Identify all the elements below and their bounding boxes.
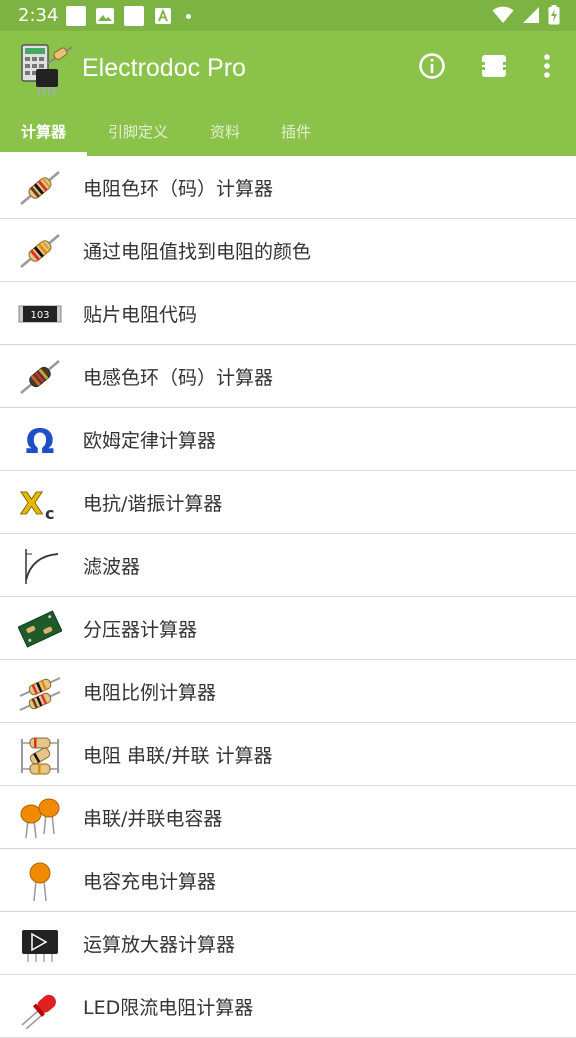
list-item-label: 电感色环（码）计算器 bbox=[83, 367, 274, 389]
list-item-label: LED限流电阻计算器 bbox=[83, 997, 254, 1019]
signal-icon bbox=[523, 7, 539, 23]
svg-text:103: 103 bbox=[30, 310, 49, 321]
led-icon bbox=[21, 994, 56, 1029]
status-bar: 2:34 bbox=[0, 0, 576, 31]
opamp-chip-icon bbox=[22, 930, 58, 962]
list-item[interactable]: 分压器计算器 bbox=[0, 597, 576, 660]
list-item-label: 电阻色环（码）计算器 bbox=[83, 178, 274, 200]
info-icon bbox=[419, 53, 445, 79]
smd-resistor-icon: 103 bbox=[18, 305, 62, 323]
plug-icon bbox=[479, 55, 509, 77]
list-item[interactable]: 103 贴片电阻代码 bbox=[0, 282, 576, 345]
svg-text:c: c bbox=[45, 504, 54, 523]
list-item[interactable]: 电阻 串联/并联 计算器 bbox=[0, 723, 576, 786]
resistor-icon bbox=[20, 171, 60, 205]
list-item-label: 电阻 串联/并联 计算器 bbox=[83, 745, 273, 767]
resistor-pair-icon bbox=[19, 677, 61, 711]
list-item-label: 串联/并联电容器 bbox=[83, 808, 223, 830]
app-logo-icon bbox=[21, 44, 73, 95]
tab-calculators[interactable]: 计算器 bbox=[21, 121, 66, 142]
more-vert-icon bbox=[544, 54, 550, 78]
svg-text:Ω: Ω bbox=[26, 422, 55, 462]
list-item[interactable]: LED限流电阻计算器 bbox=[0, 975, 576, 1038]
tab-resources[interactable]: 资料 bbox=[210, 121, 240, 142]
info-button[interactable] bbox=[417, 51, 447, 81]
capacitor-icon bbox=[29, 862, 51, 902]
resistor-network-icon bbox=[21, 737, 59, 775]
font-a-icon bbox=[155, 8, 171, 24]
list-item-label: 电抗/谐振计算器 bbox=[83, 493, 223, 515]
list-item[interactable]: 串联/并联电容器 bbox=[0, 786, 576, 849]
list-item[interactable]: X c 电抗/谐振计算器 bbox=[0, 471, 576, 534]
status-time: 2:34 bbox=[18, 5, 59, 26]
wifi-icon bbox=[492, 6, 514, 23]
tab-plugins[interactable]: 插件 bbox=[281, 121, 311, 142]
filter-curve-icon bbox=[25, 549, 59, 584]
list-item-label: 运算放大器计算器 bbox=[83, 934, 236, 956]
list-item[interactable]: Ω 欧姆定律计算器 bbox=[0, 408, 576, 471]
battery-charging-icon bbox=[548, 5, 560, 25]
list-item[interactable]: 通过电阻值找到电阻的颜色 bbox=[0, 219, 576, 282]
system-icons bbox=[492, 5, 560, 25]
inductor-icon bbox=[20, 360, 60, 394]
capacitor-pair-icon bbox=[20, 798, 60, 839]
image-icon bbox=[96, 8, 114, 24]
list-item[interactable]: 运算放大器计算器 bbox=[0, 912, 576, 975]
list-item-label: 通过电阻值找到电阻的颜色 bbox=[83, 241, 312, 263]
list-item[interactable]: 电感色环（码）计算器 bbox=[0, 345, 576, 408]
overflow-menu-button[interactable] bbox=[532, 51, 562, 81]
notification-square-icon bbox=[124, 6, 144, 26]
reactance-icon: X c bbox=[20, 487, 55, 523]
notification-square-icon bbox=[66, 6, 86, 26]
notification-icons bbox=[66, 6, 191, 26]
list-item[interactable]: 电阻比例计算器 bbox=[0, 660, 576, 723]
list-item-label: 滤波器 bbox=[83, 556, 141, 578]
tab-bar: 计算器 引脚定义 资料 插件 bbox=[0, 113, 576, 156]
list-item[interactable]: 电容充电计算器 bbox=[0, 849, 576, 912]
list-item[interactable]: 滤波器 bbox=[0, 534, 576, 597]
more-notifications-dot-icon bbox=[186, 13, 191, 19]
list-item-label: 电阻比例计算器 bbox=[83, 682, 217, 704]
calculator-list: 电阻色环（码）计算器 通过电阻值找到电阻的颜色 103 贴片电阻代码 电感色环（… bbox=[0, 156, 576, 1038]
tab-pinouts[interactable]: 引脚定义 bbox=[108, 121, 168, 142]
list-item-label: 电容充电计算器 bbox=[83, 871, 217, 893]
list-item-label: 分压器计算器 bbox=[83, 619, 198, 641]
list-item-label: 欧姆定律计算器 bbox=[83, 430, 217, 452]
pcb-icon bbox=[18, 610, 62, 648]
resistor-icon bbox=[20, 234, 60, 268]
list-item-label: 贴片电阻代码 bbox=[83, 304, 198, 326]
app-bar: Electrodoc Pro 计算器 引脚定义 资料 插件 bbox=[0, 31, 576, 156]
plugin-button[interactable] bbox=[479, 51, 509, 81]
app-title: Electrodoc Pro bbox=[82, 54, 246, 82]
list-item[interactable]: 电阻色环（码）计算器 bbox=[0, 156, 576, 219]
svg-text:X: X bbox=[20, 487, 43, 522]
omega-icon: Ω bbox=[26, 422, 55, 462]
